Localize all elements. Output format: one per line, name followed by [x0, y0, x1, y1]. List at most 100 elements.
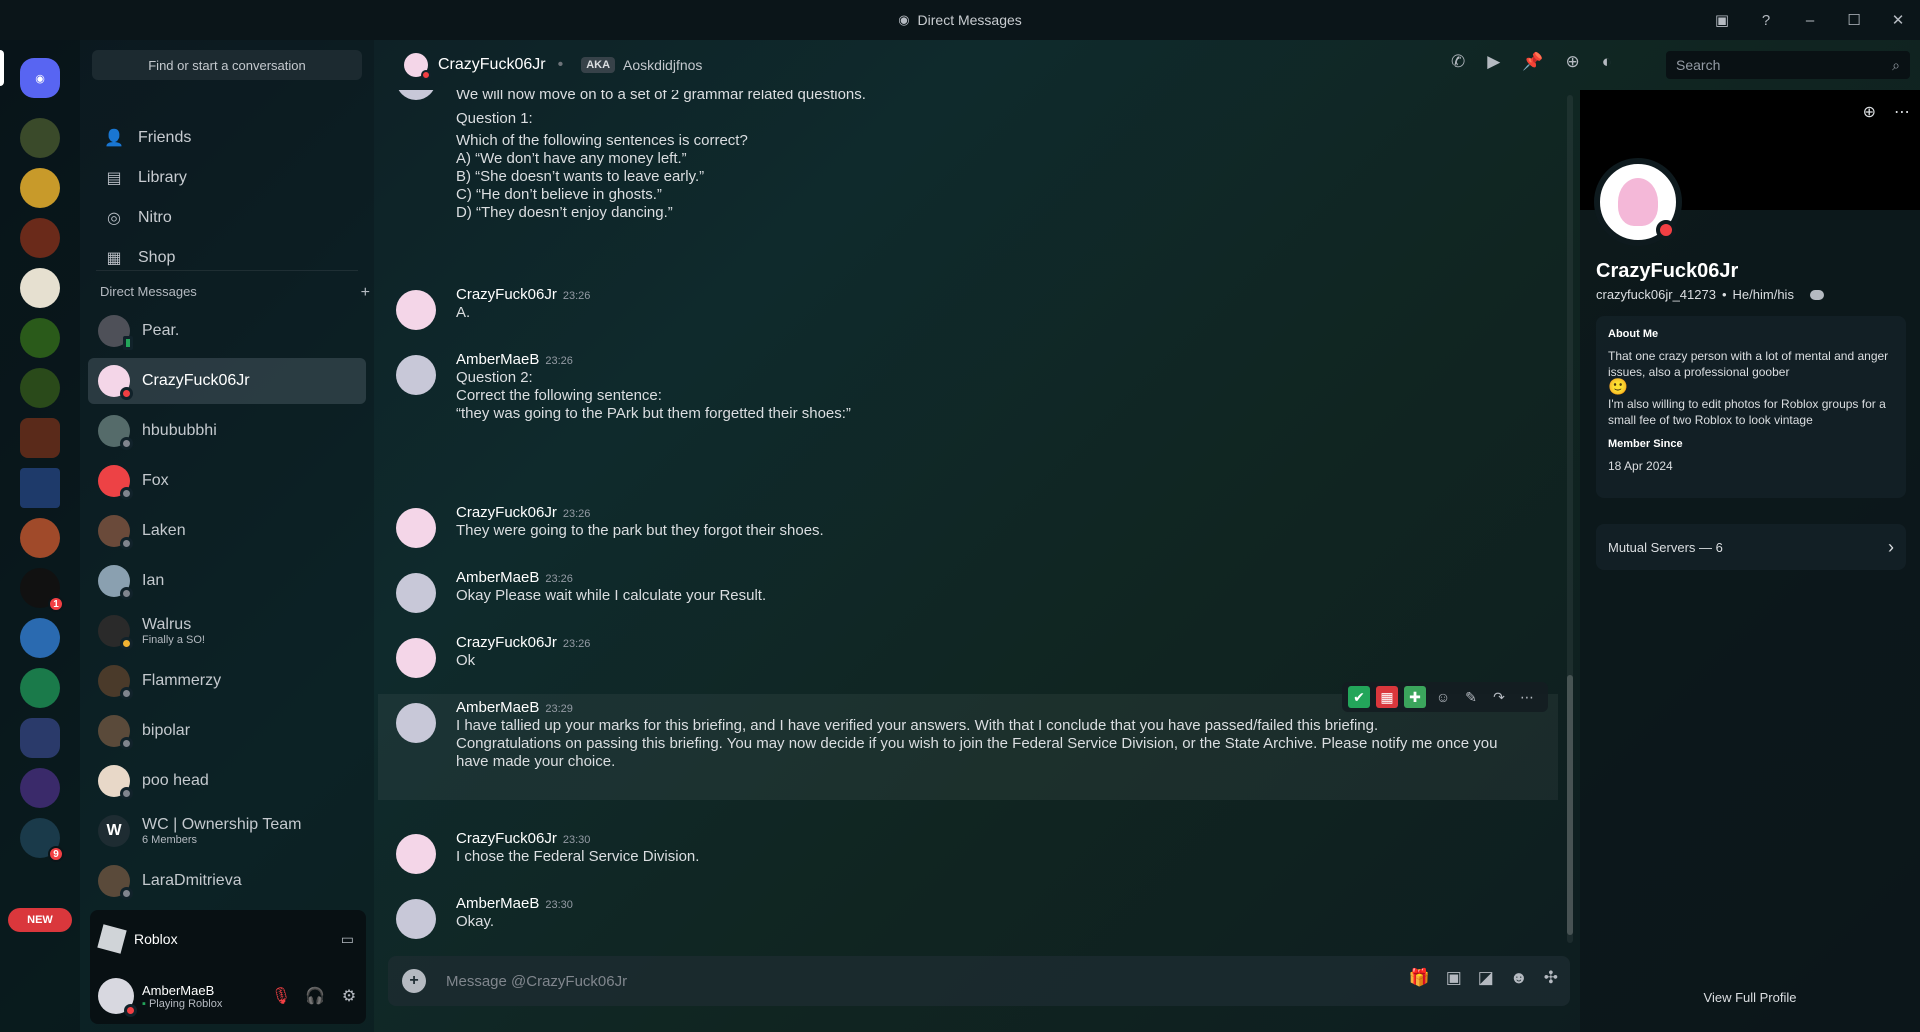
profile-avatar[interactable] [1594, 158, 1682, 246]
mute-icon[interactable]: 🎙 [264, 979, 298, 1013]
channel-name[interactable]: CrazyFuck06Jr [438, 56, 546, 74]
view-full-profile-link[interactable]: View Full Profile [1580, 990, 1920, 1005]
dm-item[interactable]: hbububbhi [88, 408, 366, 454]
server-icon[interactable] [20, 218, 60, 258]
apps-icon[interactable]: ✣ [1544, 968, 1558, 988]
message[interactable]: CrazyFuck06Jr 23:26 They were going to th… [378, 504, 1558, 548]
avatar[interactable] [396, 703, 436, 743]
user-profile-icon[interactable]: ◐ [1602, 52, 1612, 72]
message-author[interactable]: AmberMaeB [456, 699, 539, 716]
message[interactable]: AmberMaeB 23:30 Okay. [378, 895, 1558, 939]
add-friend-icon[interactable]: ⊕ [1863, 102, 1876, 122]
dm-item[interactable]: Laken [88, 508, 366, 554]
nav-friends[interactable]: 👤 Friends [88, 118, 366, 158]
badge-icon[interactable] [1809, 289, 1824, 300]
server-icon[interactable] [20, 518, 60, 558]
pinned-messages-icon[interactable]: 📌 [1522, 52, 1543, 72]
home-dm-button[interactable]: ◉ [20, 58, 60, 98]
server-icon[interactable]: 9 [20, 818, 64, 862]
settings-gear-icon[interactable]: ⚙ [332, 979, 366, 1013]
close-icon[interactable]: ✕ [1876, 0, 1920, 40]
minimize-icon[interactable]: – [1788, 0, 1832, 40]
server-icon[interactable] [20, 668, 60, 708]
message-author[interactable]: CrazyFuck06Jr [456, 286, 557, 303]
sticker-icon[interactable]: ◪ [1478, 968, 1494, 988]
mutual-servers-button[interactable]: Mutual Servers — 6 › [1596, 524, 1906, 570]
message[interactable]: CrazyFuck06Jr 23:26 A. [378, 286, 1558, 330]
dm-item[interactable]: CrazyFuck06Jr [88, 358, 366, 404]
nav-shop[interactable]: ▦ Shop [88, 238, 366, 278]
emoji-icon[interactable]: ☻ [1510, 968, 1528, 988]
maximize-icon[interactable]: ☐ [1832, 0, 1876, 40]
server-icon[interactable] [20, 268, 60, 308]
activity-panel[interactable]: Roblox ▭ [90, 910, 366, 968]
deafen-icon[interactable]: 🎧 [298, 979, 332, 1013]
more-options-icon[interactable]: ⋯ [1894, 102, 1910, 122]
message[interactable]: CrazyFuck06Jr 23:26 Ok [378, 634, 1558, 678]
avatar[interactable] [396, 355, 436, 395]
add-dm-icon[interactable]: + [361, 284, 370, 302]
screen-share-icon[interactable]: ▭ [341, 931, 354, 948]
server-icon[interactable] [20, 768, 60, 808]
voice-call-icon[interactable]: ✆ [1451, 52, 1465, 72]
scroll-thumb[interactable] [1567, 675, 1573, 935]
avatar[interactable] [396, 508, 436, 548]
message-input[interactable] [446, 972, 1246, 990]
red-reaction-icon[interactable]: ▦ [1376, 686, 1398, 708]
scrollbar[interactable] [1567, 95, 1573, 943]
forward-icon[interactable]: ↷ [1488, 686, 1510, 708]
server-icon[interactable] [20, 418, 60, 458]
message-author[interactable]: CrazyFuck06Jr [456, 634, 557, 651]
dm-item[interactable]: poo head [88, 758, 366, 804]
video-call-icon[interactable]: ▶ [1487, 52, 1500, 72]
dm-item[interactable]: LaraDmitrieva [88, 858, 366, 904]
message-author[interactable]: AmberMaeB [456, 569, 539, 586]
server-icon[interactable] [20, 468, 60, 508]
avatar[interactable] [396, 290, 436, 330]
nav-nitro[interactable]: ◎ Nitro [88, 198, 366, 238]
add-friends-to-dm-icon[interactable]: ⊕ [1566, 52, 1580, 72]
help-icon[interactable]: ? [1744, 0, 1788, 40]
server-icon[interactable]: 1 [20, 568, 64, 612]
message[interactable]: We will now move on to a set of 2 gramma… [378, 90, 1558, 222]
more-options-icon[interactable]: ⋯ [1516, 686, 1538, 708]
find-conversation-button[interactable]: Find or start a conversation [92, 50, 362, 80]
avatar[interactable] [404, 53, 431, 80]
add-reaction-icon[interactable]: ☺ [1432, 686, 1454, 708]
search-input[interactable]: Search ⌕ [1666, 51, 1910, 79]
message-author[interactable]: AmberMaeB [456, 351, 539, 368]
server-icon[interactable] [20, 618, 60, 658]
server-icon[interactable] [20, 168, 60, 208]
gif-icon[interactable]: ▣ [1446, 968, 1462, 988]
avatar[interactable] [396, 90, 436, 100]
dm-item[interactable]: Pear. [88, 308, 366, 354]
dm-item[interactable]: W WC | Ownership Team 6 Members [88, 808, 366, 854]
message[interactable]: AmberMaeB 23:26 Okay Please wait while I … [378, 569, 1558, 613]
avatar[interactable] [98, 978, 137, 1017]
check-reaction-icon[interactable]: ✔ [1348, 686, 1370, 708]
folder-icon[interactable] [20, 718, 60, 758]
dm-item[interactable]: Ian [88, 558, 366, 604]
new-badge[interactable]: NEW [8, 908, 72, 932]
server-icon[interactable] [20, 318, 60, 358]
avatar[interactable] [396, 573, 436, 613]
message-author[interactable]: CrazyFuck06Jr [456, 830, 557, 847]
avatar[interactable] [396, 834, 436, 874]
gift-icon[interactable]: 🎁 [1409, 968, 1430, 988]
server-icon[interactable] [20, 118, 60, 158]
nav-library[interactable]: ▤ Library [88, 158, 366, 198]
message-author[interactable]: AmberMaeB [456, 895, 539, 912]
user-info[interactable]: AmberMaeB ▪ Playing Roblox [142, 983, 222, 1010]
edit-icon[interactable]: ✎ [1460, 686, 1482, 708]
dm-item[interactable]: Walrus Finally a SO! [88, 608, 366, 654]
message-author[interactable]: CrazyFuck06Jr [456, 504, 557, 521]
message[interactable]: AmberMaeB 23:26 Question 2: Correct the f… [378, 351, 1558, 423]
server-icon[interactable] [20, 368, 60, 408]
upload-plus-button[interactable]: + [402, 969, 426, 993]
dm-item[interactable]: Fox [88, 458, 366, 504]
inbox-icon[interactable]: ▣ [1700, 0, 1744, 40]
dm-item[interactable]: Flammerzy [88, 658, 366, 704]
avatar[interactable] [396, 638, 436, 678]
message[interactable]: CrazyFuck06Jr 23:30 I chose the Federal S… [378, 830, 1558, 874]
avatar[interactable] [396, 899, 436, 939]
